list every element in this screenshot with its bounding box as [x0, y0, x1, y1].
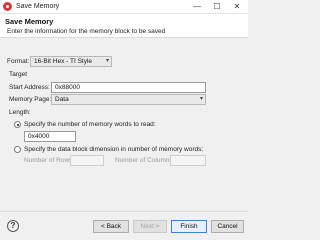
start-address-label: Start Address:: [9, 84, 50, 91]
dialog-title: Save Memory: [5, 17, 54, 26]
finish-button[interactable]: Finish: [171, 220, 207, 233]
rows-input[interactable]: [70, 155, 104, 166]
target-group-label: Target: [9, 71, 28, 78]
cancel-button[interactable]: Cancel: [211, 220, 244, 233]
dialog-header: Save Memory Enter the information for th…: [0, 14, 248, 38]
back-button[interactable]: < Back: [93, 220, 129, 233]
window-title: Save Memory: [16, 3, 60, 10]
block-radio-label[interactable]: Specify the data block dimension in numb…: [24, 146, 203, 153]
block-radio[interactable]: [14, 146, 21, 153]
maximize-button[interactable]: ☐: [208, 0, 226, 14]
footer-divider: [0, 211, 248, 212]
columns-label: Number of Columns:: [115, 157, 175, 164]
dialog-description: Enter the information for the memory blo…: [7, 28, 166, 35]
format-select[interactable]: 16-Bit Hex - TI Style ▾: [30, 56, 112, 67]
next-button[interactable]: Next >: [133, 220, 167, 233]
words-radio[interactable]: [14, 121, 21, 128]
app-icon: [3, 2, 12, 11]
minimize-button[interactable]: —: [188, 0, 206, 14]
format-select-value: 16-Bit Hex - TI Style: [34, 58, 93, 65]
close-button[interactable]: ✕: [228, 0, 246, 14]
columns-input[interactable]: [170, 155, 206, 166]
words-count-input[interactable]: 0x4000: [24, 131, 76, 142]
memory-page-select-value: Data: [55, 96, 69, 103]
chevron-down-icon: ▾: [199, 96, 203, 102]
memory-page-label: Memory Page:: [9, 96, 52, 103]
start-address-input[interactable]: 0x88000: [51, 82, 206, 93]
rows-label: Number of Rows:: [24, 157, 75, 164]
words-radio-label[interactable]: Specify the number of memory words to re…: [24, 121, 156, 128]
length-group-label: Length:: [9, 109, 31, 116]
chevron-down-icon: ▾: [105, 58, 109, 64]
memory-page-select[interactable]: Data ▾: [51, 94, 206, 105]
title-bar: Save Memory — ☐ ✕: [0, 0, 248, 14]
format-label: Format:: [7, 58, 30, 65]
help-icon[interactable]: ?: [7, 220, 19, 232]
